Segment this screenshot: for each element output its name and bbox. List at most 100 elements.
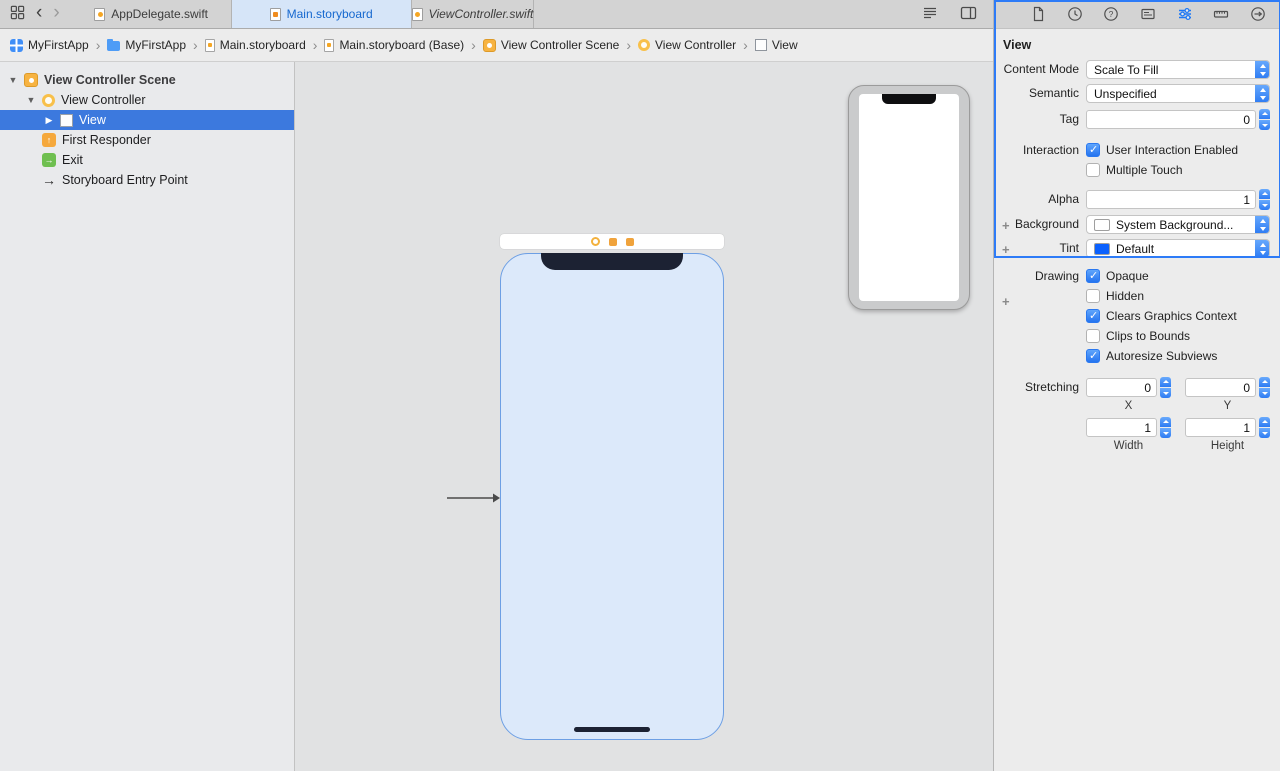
- storyboard-file-icon: [204, 38, 215, 52]
- tab-appdelegate[interactable]: AppDelegate.swift: [72, 0, 232, 28]
- checkbox[interactable]: [1086, 143, 1100, 157]
- breadcrumb-project[interactable]: MyFirstApp: [10, 38, 89, 52]
- view-controller-view[interactable]: [500, 253, 724, 740]
- add-variation-button[interactable]: +: [1002, 218, 1010, 233]
- stretching-width-field[interactable]: 1: [1086, 418, 1157, 437]
- editor-layout-icon[interactable]: [960, 6, 977, 23]
- stretching-y-stepper[interactable]: [1259, 377, 1270, 398]
- checkbox[interactable]: [1086, 289, 1100, 303]
- checkbox[interactable]: [1086, 329, 1100, 343]
- opaque-checkbox-row[interactable]: Opaque: [1086, 269, 1270, 283]
- interaction-row: Interaction User Interaction Enabled Mul…: [994, 143, 1270, 177]
- clears-graphics-checkbox-row[interactable]: Clears Graphics Context: [1086, 309, 1270, 323]
- hidden-checkbox-row[interactable]: Hidden: [1086, 289, 1270, 303]
- back-icon[interactable]: ‹: [36, 3, 42, 22]
- folder-icon: [107, 39, 121, 51]
- storyboard-file-icon: [269, 7, 281, 21]
- breadcrumb-separator: [306, 37, 325, 53]
- attributes-inspector-icon[interactable]: [1177, 6, 1193, 22]
- breadcrumb-group[interactable]: MyFirstApp: [107, 38, 186, 52]
- interaction-label: Interaction: [1022, 143, 1079, 157]
- stretching-height-field[interactable]: 1: [1185, 418, 1256, 437]
- tag-field[interactable]: 0: [1086, 110, 1256, 129]
- outline-row-entry-point[interactable]: → Storyboard Entry Point: [0, 170, 294, 190]
- exit-icon[interactable]: [625, 237, 634, 246]
- breadcrumb-storyboard[interactable]: Main.storyboard: [204, 38, 306, 52]
- semantic-popup[interactable]: Unspecified: [1086, 84, 1270, 103]
- first-responder-icon: ↑: [42, 133, 56, 147]
- attributes-inspector: ? View Content Mode Scale To Fill Semant…: [993, 0, 1280, 771]
- breadcrumb-view-controller[interactable]: View Controller: [638, 38, 736, 52]
- outline-row-view[interactable]: ▶ View: [0, 110, 294, 130]
- breadcrumb-label: MyFirstApp: [28, 38, 89, 52]
- editor-tab-bar: ‹ › AppDelegate.swift Main.storyboard Vi…: [0, 0, 993, 29]
- checkbox-label: Clips to Bounds: [1106, 329, 1191, 343]
- alpha-field[interactable]: 1: [1086, 190, 1256, 209]
- outline-row-exit[interactable]: → Exit: [0, 150, 294, 170]
- entry-point-arrow-icon: →: [42, 172, 56, 188]
- outline-row-scene[interactable]: ▼ View Controller Scene: [0, 70, 294, 90]
- popup-value: Unspecified: [1094, 86, 1157, 101]
- alpha-stepper[interactable]: [1259, 189, 1270, 210]
- y-axis-label: Y: [1223, 400, 1232, 412]
- assistant-lines-icon[interactable]: [922, 6, 938, 23]
- breadcrumb-scene[interactable]: View Controller Scene: [482, 38, 619, 52]
- file-inspector-icon[interactable]: [1030, 6, 1046, 22]
- outline-row-first-responder[interactable]: ↑ First Responder: [0, 130, 294, 150]
- history-inspector-icon[interactable]: [1067, 6, 1083, 22]
- checkbox-label: Hidden: [1106, 289, 1145, 303]
- outline-row-view-controller[interactable]: ▼ View Controller: [0, 90, 294, 110]
- outline-label: Exit: [62, 153, 83, 167]
- identity-inspector-icon[interactable]: [1140, 6, 1156, 22]
- checkbox[interactable]: [1086, 163, 1100, 177]
- stretching-y-field[interactable]: 0: [1185, 378, 1256, 397]
- breadcrumb-storyboard-base[interactable]: Main.storyboard (Base): [324, 38, 464, 52]
- tag-stepper[interactable]: [1259, 109, 1270, 130]
- add-variation-button[interactable]: +: [1002, 242, 1010, 257]
- multiple-touch-checkbox-row[interactable]: Multiple Touch: [1086, 163, 1270, 177]
- tab-viewcontroller[interactable]: ViewController.swift: [411, 0, 535, 28]
- storyboard-entry-point-arrow[interactable]: [447, 491, 501, 508]
- disclosure-triangle-icon[interactable]: ▶: [44, 115, 54, 126]
- scene-icon: [482, 38, 496, 52]
- quick-help-icon[interactable]: ?: [1103, 6, 1119, 22]
- checkbox[interactable]: [1086, 309, 1100, 323]
- forward-icon[interactable]: ›: [53, 3, 59, 22]
- breadcrumb-view[interactable]: View: [754, 38, 798, 52]
- user-interaction-checkbox-row[interactable]: User Interaction Enabled: [1086, 143, 1270, 157]
- inspector-toolbar: ?: [994, 0, 1280, 29]
- add-variation-button[interactable]: +: [1002, 294, 1010, 309]
- checkbox[interactable]: [1086, 269, 1100, 283]
- breadcrumb-label: View: [771, 38, 798, 52]
- popup-value: Scale To Fill: [1094, 62, 1159, 77]
- stretching-height-stepper[interactable]: [1259, 417, 1270, 438]
- storyboard-canvas[interactable]: [295, 62, 993, 771]
- stretching-x-field[interactable]: 0: [1086, 378, 1157, 397]
- semantic-label: Semantic: [1028, 86, 1079, 100]
- stretching-x-stepper[interactable]: [1160, 377, 1171, 398]
- checkbox[interactable]: [1086, 349, 1100, 363]
- autoresize-checkbox-row[interactable]: Autoresize Subviews: [1086, 349, 1270, 363]
- tint-popup[interactable]: Default: [1086, 239, 1270, 258]
- disclosure-triangle-icon[interactable]: ▼: [26, 95, 36, 105]
- tab-main-storyboard[interactable]: Main.storyboard: [231, 0, 412, 28]
- breadcrumb-separator: [186, 37, 205, 53]
- tint-row: + Tint Default: [994, 239, 1270, 258]
- popup-value: Default: [1116, 241, 1155, 256]
- first-responder-icon[interactable]: [608, 237, 617, 246]
- background-row: + Background System Background...: [994, 215, 1270, 234]
- tab-bar-right-controls: [922, 0, 993, 28]
- xcode-window: ‹ › AppDelegate.swift Main.storyboard Vi…: [0, 0, 1280, 771]
- content-mode-popup[interactable]: Scale To Fill: [1086, 60, 1270, 79]
- popup-arrows-icon: [1255, 216, 1269, 233]
- size-inspector-icon[interactable]: [1213, 6, 1229, 22]
- disclosure-triangle-icon[interactable]: ▼: [8, 75, 18, 85]
- background-popup[interactable]: System Background...: [1086, 215, 1270, 234]
- view-controller-icon[interactable]: [590, 237, 600, 246]
- tab-overview-icon[interactable]: [10, 5, 25, 23]
- clips-to-bounds-checkbox-row[interactable]: Clips to Bounds: [1086, 329, 1270, 343]
- connections-inspector-icon[interactable]: [1250, 6, 1266, 22]
- stretching-width-stepper[interactable]: [1160, 417, 1171, 438]
- view-controller-header-bar[interactable]: [500, 234, 724, 249]
- alpha-label: Alpha: [1048, 192, 1079, 206]
